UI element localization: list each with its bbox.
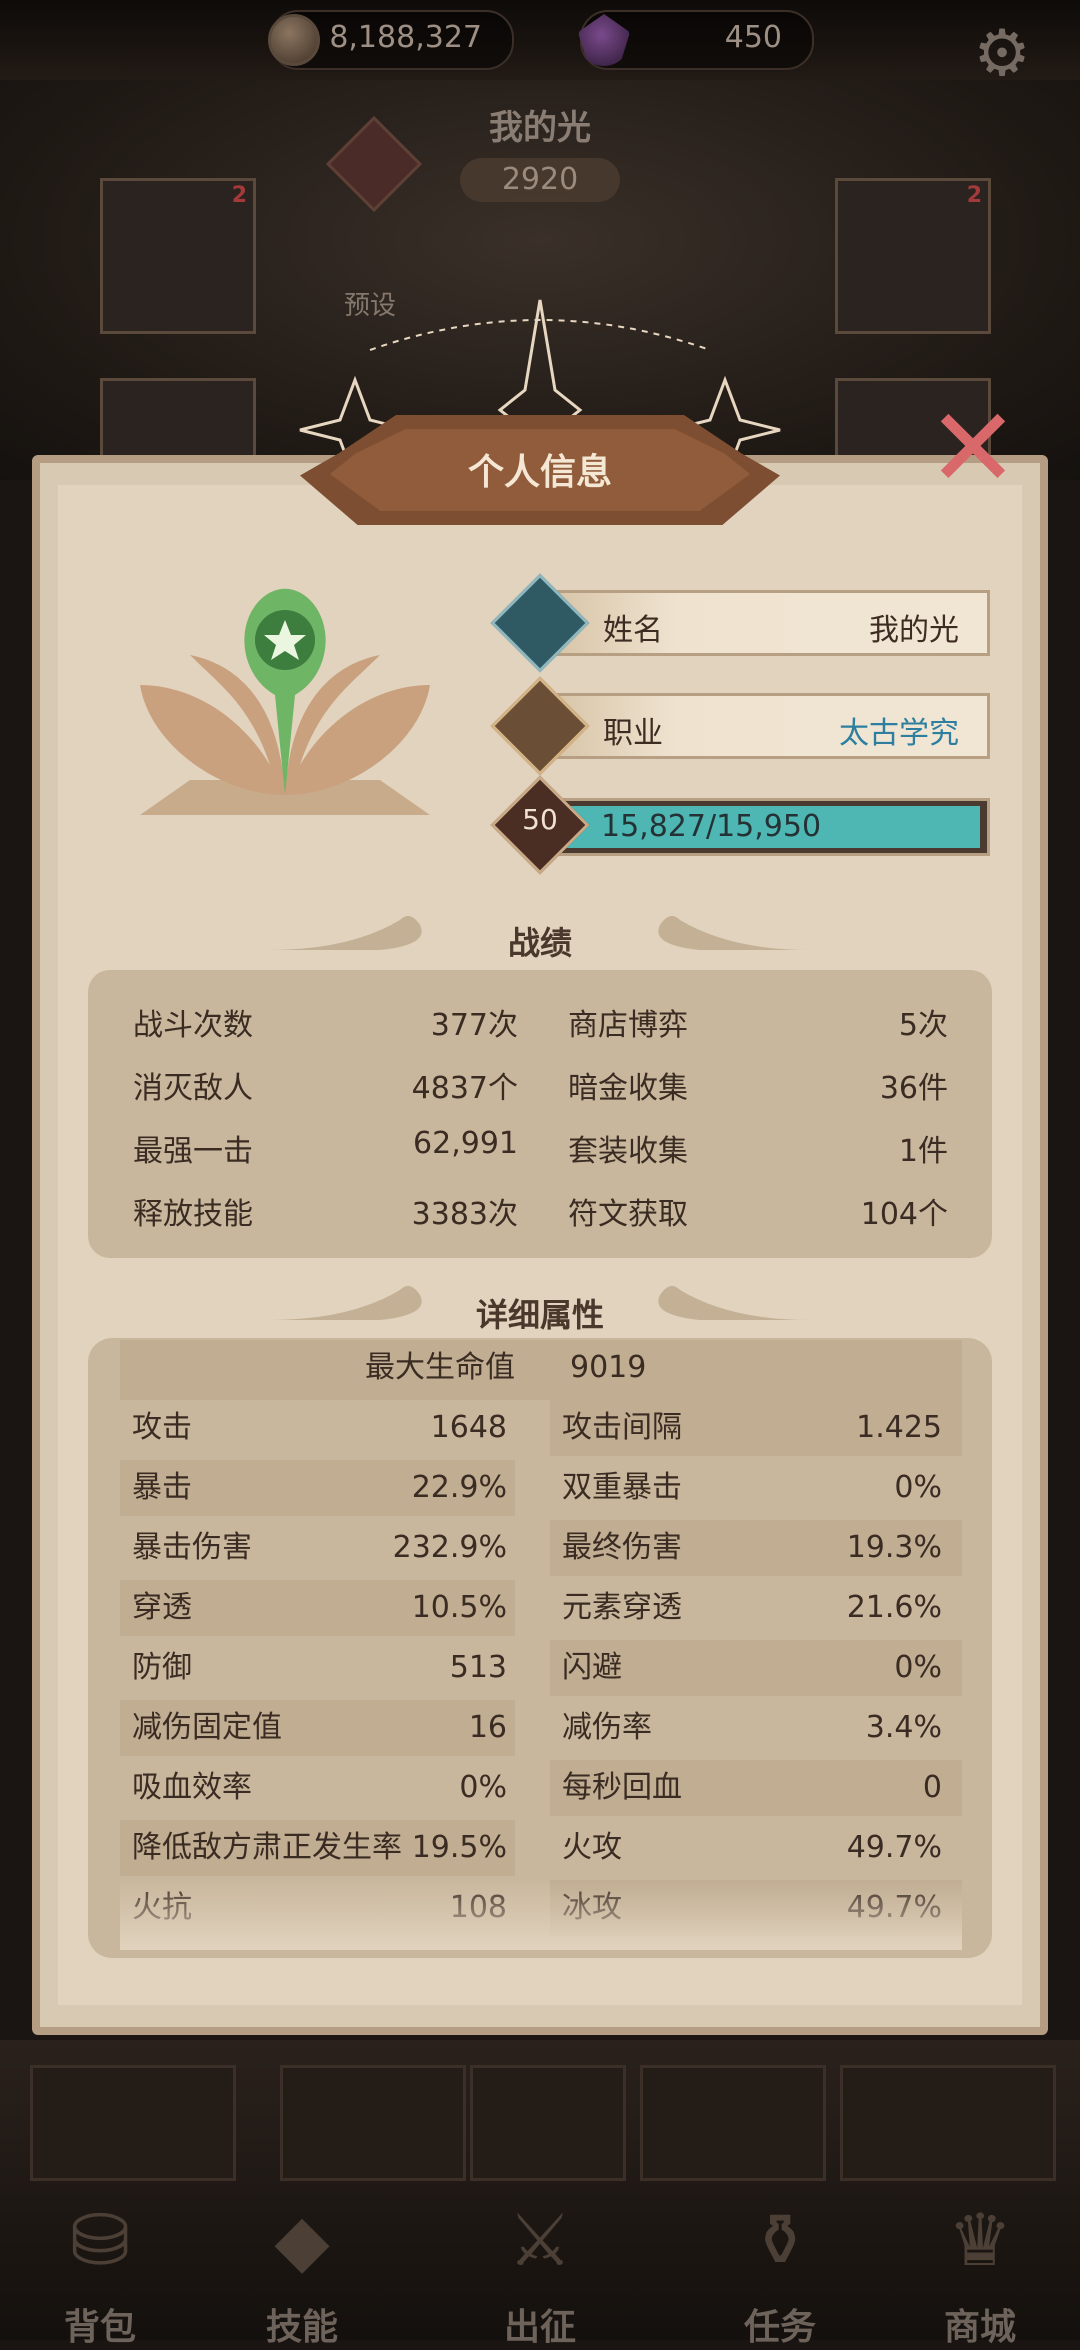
equipment-slot-right[interactable]: 2	[835, 178, 991, 334]
nav-label: 技能	[265, 2307, 338, 2348]
record-value: 5次	[898, 1008, 948, 1043]
attribute-row: 穿透 10.5% 元素穿透 21.6%	[120, 1580, 962, 1640]
attribute-value: 0	[922, 1770, 942, 1805]
shelf-slot	[840, 2065, 1056, 2181]
attribute-value: 0%	[894, 1470, 942, 1505]
attribute-value: 1.425	[856, 1410, 942, 1445]
name-label: 姓名	[603, 613, 663, 648]
coin-icon	[268, 14, 320, 66]
attribute-value: 22.9%	[411, 1470, 507, 1505]
record-value: 3383次	[411, 1197, 518, 1232]
coin-counter[interactable]: 8,188,327	[268, 10, 514, 70]
attribute-value: 10.5%	[411, 1590, 507, 1625]
class-value: 太古学究	[839, 716, 959, 751]
name-row: 姓名 我的光	[540, 590, 990, 656]
class-emblem-icon	[140, 588, 430, 815]
max-hp-label: 最大生命值	[365, 1350, 515, 1385]
record-label: 释放技能	[133, 1197, 253, 1232]
record-label: 套装收集	[568, 1134, 688, 1169]
max-hp-value: 9019	[570, 1350, 647, 1385]
attribute-value: 16	[468, 1710, 507, 1745]
coin-amount: 8,188,327	[329, 20, 482, 55]
record-label: 最强一击	[133, 1134, 253, 1169]
class-label: 职业	[603, 716, 663, 751]
attribute-row: 降低敌方肃正发生率 19.5% 火攻 49.7%	[120, 1820, 962, 1880]
attribute-value: 19.5%	[411, 1830, 507, 1865]
gem-amount: 450	[724, 20, 782, 55]
shop-crown-icon: ♛	[947, 2198, 1013, 2282]
equipment-slot-left[interactable]: 2	[100, 178, 256, 334]
max-hp-row: 最大生命值 9019	[120, 1340, 962, 1400]
scroll-icon: ⚱	[749, 2198, 811, 2282]
nav-label: 商城	[943, 2307, 1016, 2348]
name-value: 我的光	[869, 613, 959, 648]
record-value: 36件	[879, 1071, 948, 1106]
nav-label: 任务	[743, 2307, 816, 2348]
attribute-row: 减伤固定值 16 减伤率 3.4%	[120, 1700, 962, 1760]
attribute-value: 21.6%	[846, 1590, 942, 1625]
attribute-value: 0%	[894, 1650, 942, 1685]
nav-label: 出征	[503, 2307, 576, 2348]
class-row: 职业 太古学究	[540, 693, 990, 759]
attributes-title: 详细属性	[475, 1296, 604, 1334]
record-label: 战斗次数	[133, 1008, 253, 1043]
attribute-value: 232.9%	[392, 1530, 507, 1565]
record-label: 符文获取	[568, 1197, 688, 1232]
attribute-value: 0%	[459, 1770, 507, 1805]
nav-item-4[interactable]: ♛ 商城	[880, 2198, 1080, 2348]
gem-icon	[578, 14, 630, 66]
shelf-slot	[640, 2065, 826, 2181]
experience-text: 15,827/15,950	[601, 809, 822, 844]
experience-bar: 15,827/15,950	[540, 798, 990, 856]
record-value: 104个	[860, 1197, 948, 1232]
close-icon[interactable]: ✕	[918, 393, 1028, 508]
attribute-value: 513	[449, 1650, 507, 1685]
nav-item-1[interactable]: ◆ 技能	[202, 2198, 402, 2348]
nav-item-0[interactable]: ⛁ 背包	[0, 2198, 200, 2348]
shelf-slot	[280, 2065, 466, 2181]
record-value: 1件	[898, 1134, 948, 1169]
nav-item-3[interactable]: ⚱ 任务	[680, 2198, 880, 2348]
bag-icon: ⛁	[69, 2198, 131, 2282]
records-title: 战绩	[507, 924, 572, 962]
attribute-value: 1648	[430, 1410, 507, 1445]
slot-badge: 2	[966, 183, 982, 208]
shelf-slot	[30, 2065, 236, 2181]
sword-map-icon: ⚔	[507, 2198, 573, 2282]
skill-book-icon: ◆	[274, 2198, 330, 2282]
attribute-value: 49.7%	[846, 1830, 942, 1865]
record-label: 商店博弈	[568, 1008, 688, 1043]
nav-label: 背包	[63, 2307, 136, 2348]
nav-item-2[interactable]: ⚔ 出征	[440, 2198, 640, 2348]
panel-title: 个人信息	[467, 452, 612, 493]
attribute-row: 暴击伤害 232.9% 最终伤害 19.3%	[120, 1520, 962, 1580]
gem-counter[interactable]: 450	[578, 10, 814, 70]
record-value: 62,991	[413, 1126, 518, 1161]
record-value: 377次	[430, 1008, 518, 1043]
shelf-slot	[470, 2065, 626, 2181]
attributes-table[interactable]: 最大生命值 9019 攻击 1648 攻击间隔 1.425 暴击 22.9% 双重暴击 0% 暴…	[120, 1340, 962, 1945]
attribute-value: 3.4%	[865, 1710, 942, 1745]
records-box: 战斗次数 377次 商店博弈 5次消灭敌人 4837个 暗金收集 36件最强一击 62,991…	[88, 970, 992, 1258]
attributes-fade	[120, 1880, 962, 1950]
top-bar	[0, 0, 1080, 80]
record-value: 4837个	[411, 1071, 518, 1106]
hero-name: 我的光	[489, 108, 591, 148]
hero-power: 2920	[460, 158, 620, 202]
attribute-row: 攻击 1648 攻击间隔 1.425	[120, 1400, 962, 1460]
attribute-row: 吸血效率 0% 每秒回血 0	[120, 1760, 962, 1820]
slot-badge: 2	[231, 183, 247, 208]
panel-title-plate: 个人信息	[300, 415, 780, 525]
record-label: 暗金收集	[568, 1071, 688, 1106]
equipment-slot-left-2[interactable]	[100, 378, 256, 464]
settings-gear-icon[interactable]: ⚙	[970, 22, 1034, 86]
record-label: 消灭敌人	[133, 1071, 253, 1106]
attribute-row: 暴击 22.9% 双重暴击 0%	[120, 1460, 962, 1520]
attribute-row: 防御 513 闪避 0%	[120, 1640, 962, 1700]
level-value: 50	[522, 803, 558, 836]
attribute-value: 19.3%	[846, 1530, 942, 1565]
